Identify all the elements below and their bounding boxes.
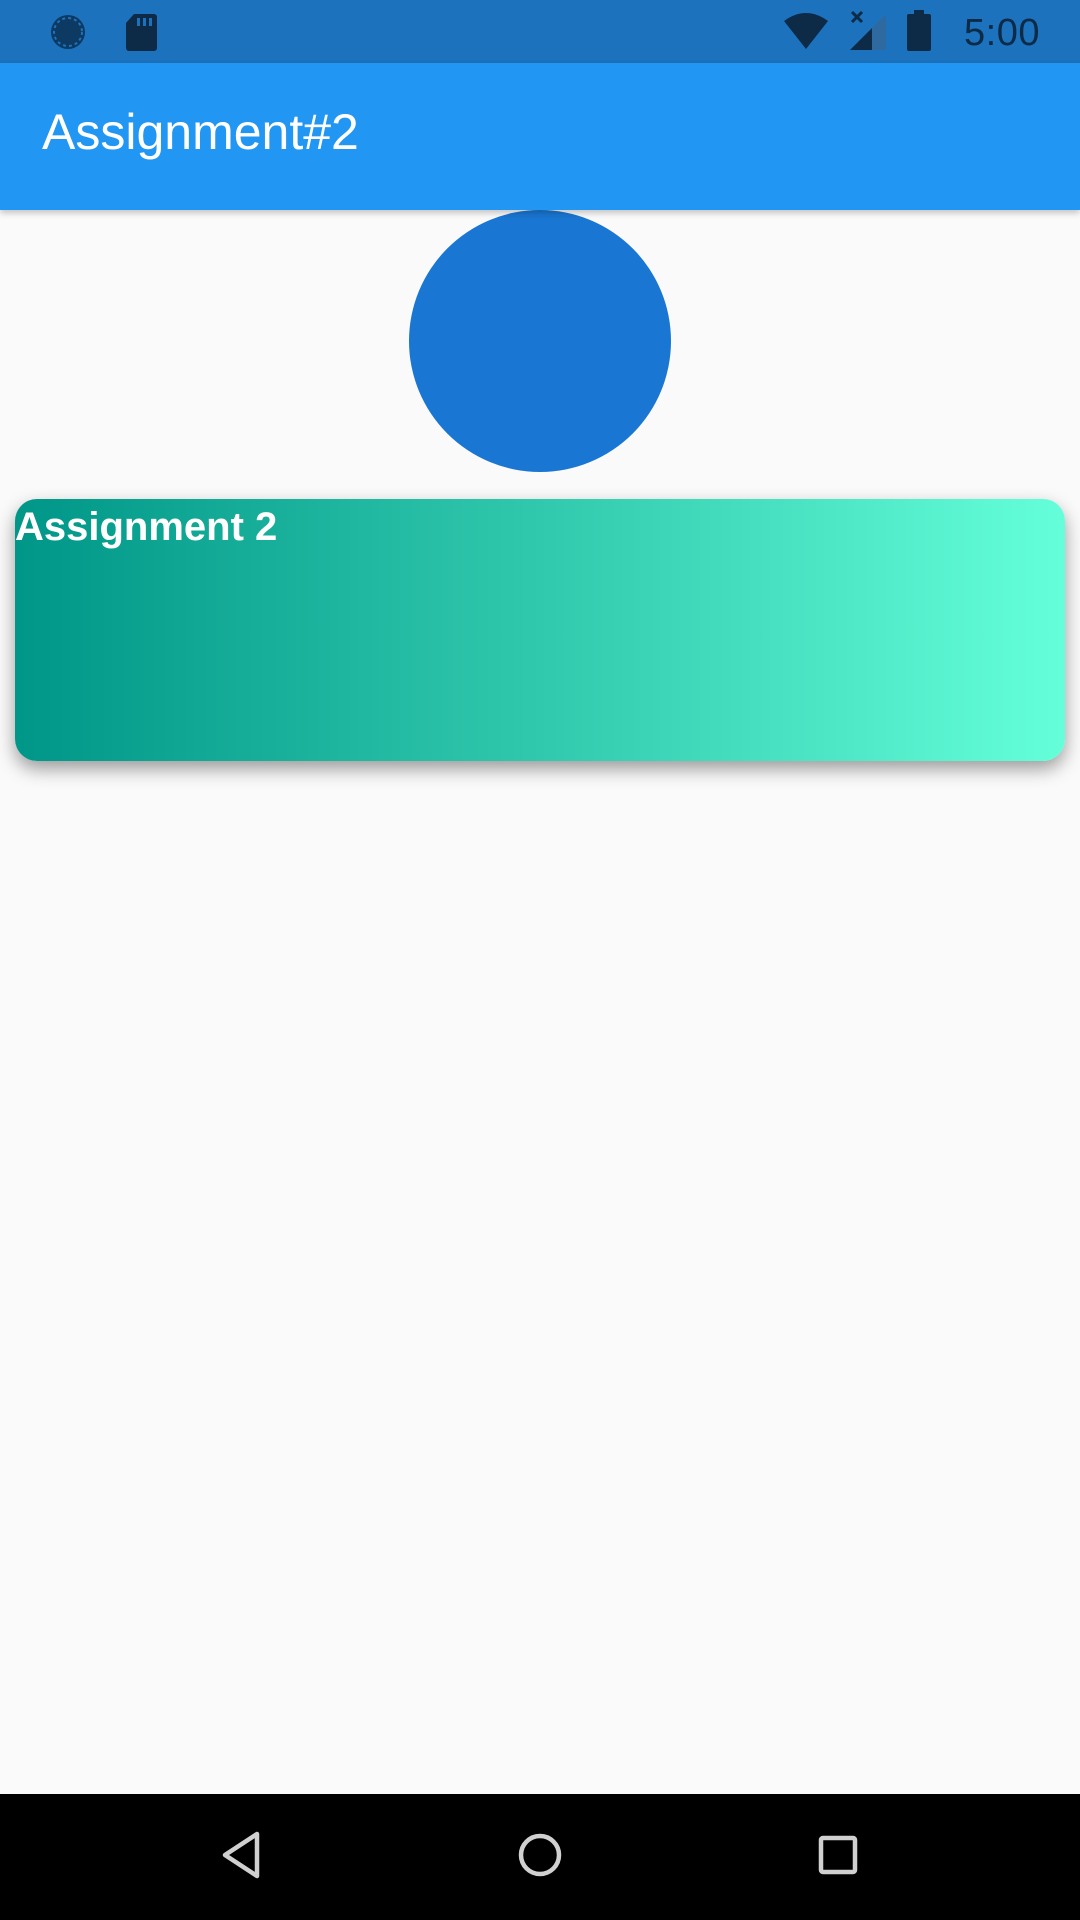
app-bar: Assignment#2 — [0, 63, 1080, 210]
card-title: Assignment 2 — [15, 505, 278, 549]
cell-signal-icon — [848, 10, 888, 57]
sync-icon — [48, 12, 88, 57]
screen: 5:00 Assignment#2 Assignment 2 — [0, 0, 1080, 1920]
back-icon — [219, 1830, 263, 1885]
sd-card-icon — [124, 12, 158, 57]
home-icon — [516, 1831, 564, 1884]
home-button[interactable] — [507, 1824, 573, 1890]
recents-icon — [816, 1833, 860, 1882]
status-clock: 5:00 — [964, 12, 1040, 54]
status-bar: 5:00 — [0, 0, 1080, 63]
back-button[interactable] — [208, 1824, 274, 1890]
navigation-bar — [0, 1794, 1080, 1920]
gradient-card: Assignment 2 — [15, 499, 1065, 761]
blue-circle — [409, 210, 671, 472]
app-title: Assignment#2 — [42, 104, 359, 160]
battery-icon — [906, 10, 932, 57]
recents-button[interactable] — [805, 1824, 871, 1890]
wifi-icon — [782, 11, 830, 56]
